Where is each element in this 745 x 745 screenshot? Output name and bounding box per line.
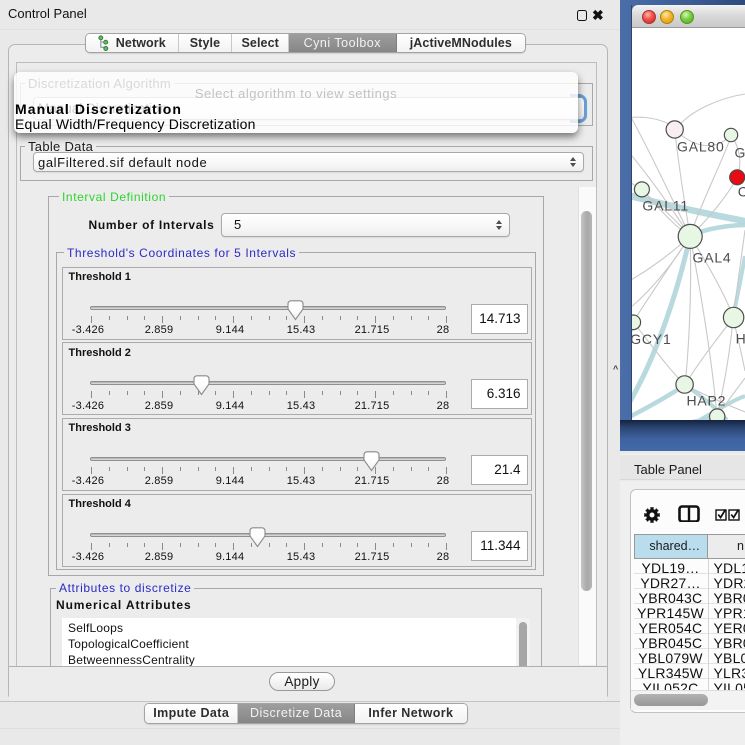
svg-text:H: H: [736, 330, 745, 346]
svg-text:GA: GA: [735, 145, 745, 161]
svg-text:GAL80: GAL80: [677, 139, 725, 155]
svg-text:GCY1: GCY1: [632, 331, 672, 347]
svg-text:HAP2: HAP2: [687, 393, 727, 409]
svg-text:C: C: [738, 184, 745, 200]
svg-text:GAL4: GAL4: [693, 249, 732, 265]
svg-text:GAL11: GAL11: [642, 198, 689, 214]
